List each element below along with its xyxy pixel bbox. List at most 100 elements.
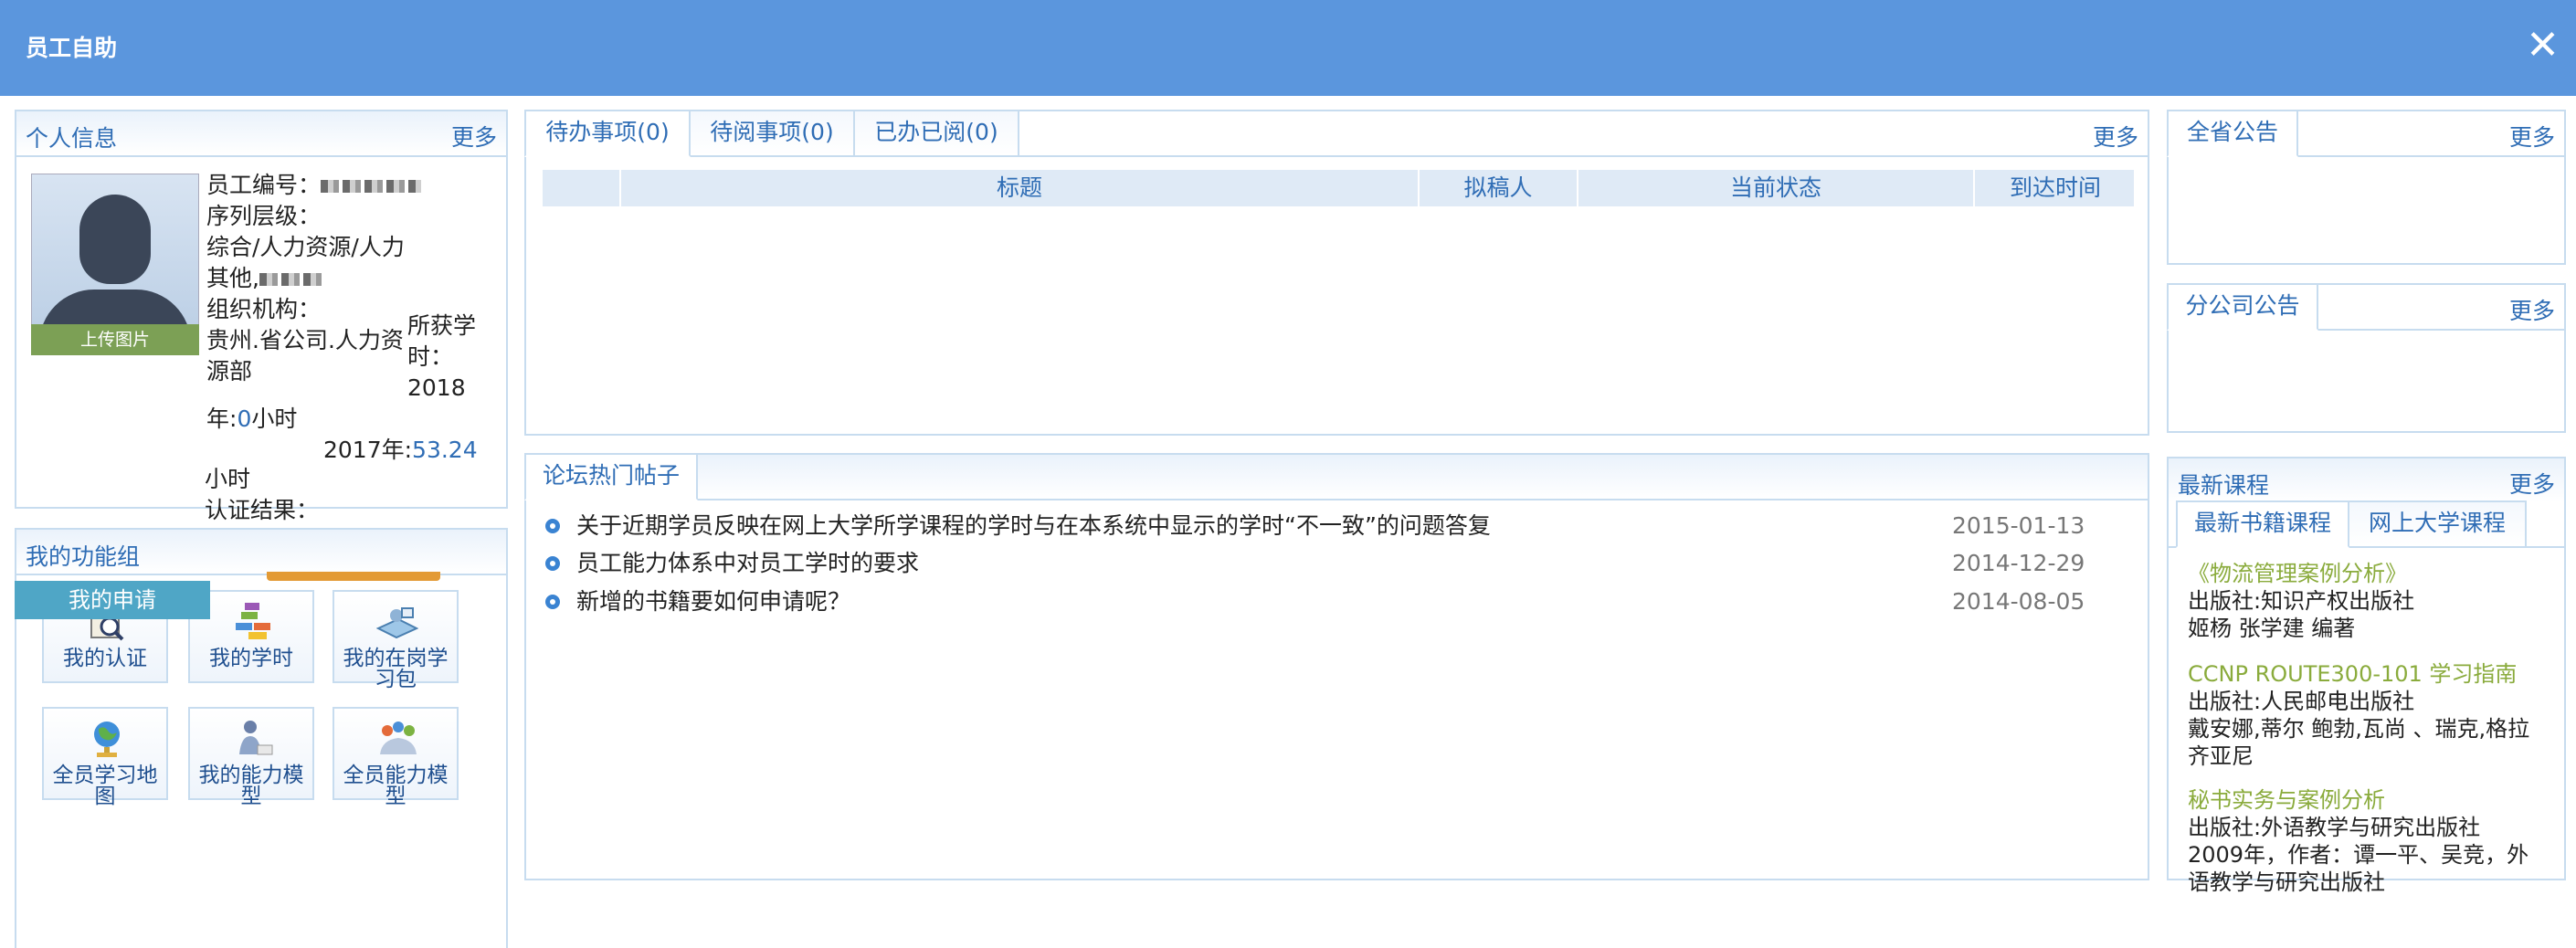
books-icon [236, 603, 270, 639]
tab-latest-books[interactable]: 最新书籍课程 [2176, 500, 2349, 548]
hours-2017-row: 2017年:53.24 [323, 435, 478, 466]
sequence-label: 序列层级： [206, 203, 322, 229]
branch-notice-more-link[interactable]: 更多 [2509, 293, 2555, 326]
cert-result-label: 认证结果： [205, 497, 320, 523]
window-title: 员工自助 [26, 35, 118, 61]
course-author: 戴安娜,蒂尔 鲍勃,瓦尚 、瑞克,格拉 [2188, 716, 2530, 742]
redacted-value [259, 273, 322, 286]
my-certification-label: 我的认证 [63, 647, 147, 670]
course-title[interactable]: 《物流管理案例分析》 [2188, 560, 2553, 587]
column-checkbox [541, 170, 619, 206]
employee-no-label: 员工编号： [206, 172, 322, 198]
group-model-icon [380, 722, 417, 754]
tab-to-read[interactable]: 待阅事项(0) [689, 110, 855, 155]
hours-2018-row: 年:0小时 [206, 404, 297, 435]
column-title: 标题 [619, 170, 1418, 206]
hours-label-2: 时： [407, 343, 454, 370]
course-item[interactable]: CCNP ROUTE300-101 学习指南 出版社:人民邮电出版社 戴安娜,蒂… [2188, 660, 2553, 770]
tab-province-notice[interactable]: 全省公告 [2167, 110, 2298, 157]
course-publisher: 出版社:知识产权出版社 [2188, 588, 2415, 614]
tab-forum-hot[interactable]: 论坛热门帖子 [524, 453, 698, 500]
org-value-line2: 源部 [206, 358, 253, 384]
upload-photo-button[interactable]: 上传图片 [31, 324, 199, 355]
my-hours-label: 我的学时 [209, 647, 293, 670]
course-publisher: 出版社:人民邮电出版社 [2188, 689, 2415, 714]
province-notice-more-link[interactable]: 更多 [2509, 120, 2555, 153]
tab-online-university[interactable]: 网上大学课程 [2348, 500, 2527, 546]
hours-2017-label: 2017年: [323, 437, 413, 463]
all-ability-model-button[interactable]: 全员能力模型 [333, 707, 459, 807]
latest-courses-more-link[interactable]: 更多 [2509, 467, 2555, 500]
hours-unit: 小时 [251, 406, 298, 432]
column-arrival-time: 到达时间 [1973, 170, 2136, 206]
forum-post[interactable]: 关于近期学员反映在网上大学所学课程的学时与在本系统中显示的学时“不一致”的问题答… [545, 511, 2089, 542]
window-titlebar: 员工自助 ✕ [0, 0, 2576, 96]
forum-post[interactable]: 新增的书籍要如何申请呢？ 2014-08-05 [545, 586, 2089, 617]
course-author-cont: 齐亚尼 [2188, 743, 2254, 769]
sequence-value-line2: 其他, [206, 265, 259, 291]
all-learning-map-button[interactable]: 全员学习地图 [42, 707, 168, 807]
branch-notice-panel: 分公司公告 更多 [2167, 283, 2566, 433]
course-author-cont: 语教学与研究出版社 [2188, 869, 2385, 895]
hours-year-2018: 2018 [407, 374, 466, 401]
function-group-title: 我的功能组 [26, 543, 141, 570]
column-status: 当前状态 [1577, 170, 1973, 206]
sequence-value-line2-row: 其他, [206, 263, 322, 294]
bullet-icon [545, 556, 560, 571]
redacted-value [321, 180, 422, 193]
personal-info-more-link[interactable]: 更多 [451, 120, 497, 153]
employee-no-row: 员工编号： [206, 170, 422, 201]
course-author: 姬杨 张学建 编著 [2188, 616, 2356, 641]
bullet-icon [545, 519, 560, 533]
personal-info-title: 个人信息 [26, 125, 118, 152]
hours-2018-value: 0 [237, 406, 252, 432]
person-model-icon [239, 721, 273, 755]
learning-package-icon [376, 607, 418, 639]
hours-unit-2: 小时 [205, 466, 251, 492]
all-ability-model-label: 全员能力模型 [343, 764, 449, 808]
forum-post-title[interactable]: 关于近期学员反映在网上大学所学课程的学时与在本系统中显示的学时“不一致”的问题答… [576, 511, 1491, 542]
tasks-table-header: 标题 拟稿人 当前状态 到达时间 [541, 170, 2134, 206]
org-value-line1: 贵州.省公司.人力资 [206, 327, 404, 353]
branch-notice-header: 分公司公告 更多 [2167, 283, 2564, 331]
province-notice-panel: 全省公告 更多 [2167, 110, 2566, 265]
all-learning-map-label: 全员学习地图 [52, 764, 158, 808]
forum-post-title[interactable]: 员工能力体系中对员工学时的要求 [576, 548, 919, 579]
tab-todo[interactable]: 待办事项(0) [524, 110, 691, 157]
latest-courses-header: 最新课程 更多 [2169, 458, 2564, 502]
forum-post-date: 2015-01-13 [1952, 512, 2085, 539]
year-suffix: 年: [206, 406, 238, 432]
function-group-header: 我的功能组 [16, 530, 506, 575]
forum-header: 论坛热门帖子 [524, 453, 2148, 500]
hours-2017-value: 53.24 [412, 437, 478, 463]
forum-post-date: 2014-12-29 [1952, 550, 2085, 576]
course-item[interactable]: 《物流管理案例分析》 出版社:知识产权出版社 姬杨 张学建 编著 [2188, 560, 2553, 642]
my-learning-package-label: 我的在岗学 习包 [343, 647, 449, 691]
forum-post[interactable]: 员工能力体系中对员工学时的要求 2014-12-29 [545, 548, 2089, 579]
tasks-panel: 待办事项(0) 待阅事项(0) 已办已阅(0) 更多 [524, 110, 2149, 436]
personal-info-panel: 个人信息 更多 上传图片 员工编号： 序列层级： 综合/人力资源/人力 其他, … [15, 110, 508, 509]
sequence-value-line1: 综合/人力资源/人力 [206, 234, 405, 260]
personal-info-header: 个人信息 更多 [16, 111, 506, 157]
globe-icon [94, 722, 120, 757]
my-learning-package-button[interactable]: 我的在岗学 习包 [333, 590, 459, 690]
tab-done-read[interactable]: 已办已阅(0) [853, 110, 1019, 155]
course-author: 2009年，作者：谭一平、吴竞，外 [2188, 842, 2529, 868]
course-title[interactable]: 秘书实务与案例分析 [2188, 786, 2553, 814]
forum-post-title[interactable]: 新增的书籍要如何申请呢？ [576, 586, 850, 617]
my-ability-model-button[interactable]: 我的能力模型 [188, 707, 314, 807]
tasks-more-link[interactable]: 更多 [2093, 120, 2138, 153]
latest-courses-title: 最新课程 [2178, 472, 2270, 499]
my-application-badge[interactable]: 我的申请 [15, 581, 210, 619]
forum-post-date: 2014-08-05 [1952, 588, 2085, 615]
hours-label-1: 所获学 [407, 312, 477, 339]
course-publisher: 出版社:外语教学与研究出版社 [2188, 815, 2481, 840]
close-icon[interactable]: ✕ [2526, 26, 2560, 66]
column-drafter: 拟稿人 [1418, 170, 1577, 206]
tab-branch-notice[interactable]: 分公司公告 [2167, 283, 2318, 331]
tasks-header: 待办事项(0) 待阅事项(0) 已办已阅(0) 更多 [524, 110, 2148, 157]
bullet-icon [545, 595, 560, 609]
course-item[interactable]: 秘书实务与案例分析 出版社:外语教学与研究出版社 2009年，作者：谭一平、吴竞… [2188, 786, 2553, 896]
org-label: 组织机构： [206, 296, 322, 322]
course-title[interactable]: CCNP ROUTE300-101 学习指南 [2188, 660, 2553, 688]
